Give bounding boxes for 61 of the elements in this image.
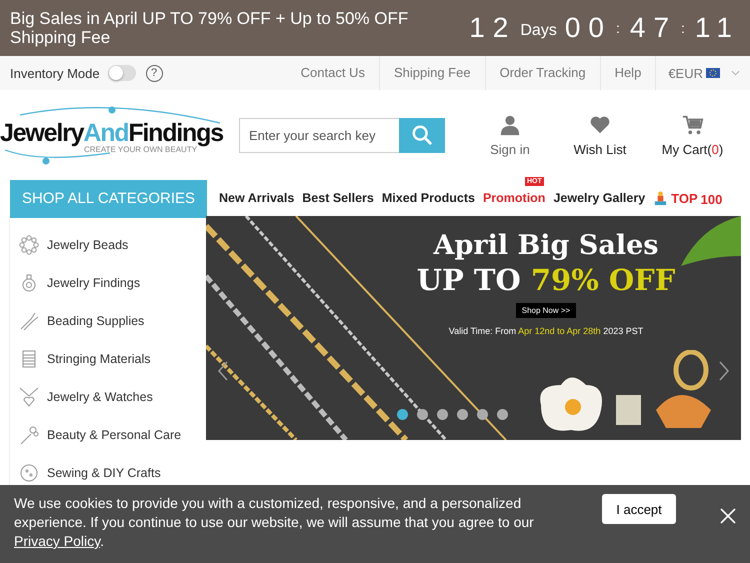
utility-link[interactable]: Help [600, 56, 656, 90]
cart-icon [682, 114, 704, 136]
logo-text: JewelryAndFindings [0, 119, 223, 147]
carousel-dot[interactable] [457, 409, 468, 420]
heart-icon [589, 114, 611, 136]
carousel-dot[interactable] [437, 409, 448, 420]
heart-necklace-icon [19, 387, 39, 407]
trophy-icon [653, 190, 668, 206]
site-logo[interactable]: JewelryAndFindings CREATE YOUR OWN BEAUTY [0, 105, 225, 165]
nav-link[interactable]: Mixed Products [382, 191, 475, 205]
shop-now-button[interactable]: Shop Now >> [516, 303, 576, 318]
top-100-link[interactable]: TOP 100 [653, 189, 722, 207]
days-label: Days [520, 22, 557, 40]
utility-link[interactable]: Order Tracking [486, 56, 601, 90]
category-link[interactable]: Stringing Materials [10, 340, 206, 378]
accept-button[interactable]: I accept [602, 494, 676, 524]
category-link[interactable]: Jewelry Findings [10, 264, 206, 302]
close-icon[interactable] [720, 508, 736, 524]
search-icon [411, 124, 433, 146]
countdown-separator: : [616, 20, 620, 36]
inventory-mode-toggle[interactable] [108, 65, 136, 81]
sewing-button-icon [19, 463, 39, 483]
cart-link[interactable]: My Cart(0) [645, 114, 740, 156]
banner-headline: UP TO 79% OFF [416, 263, 676, 297]
nav-link[interactable]: Promotion [482, 191, 546, 205]
cookie-message: We use cookies to provide you with a customized, responsive, and a personalized experience. If you continue to use our website, we will assume that you agree to our Privacy Policy. [14, 494, 535, 551]
countdown-hours: 00 [564, 12, 612, 44]
eu-flag-icon [706, 68, 720, 78]
search-field[interactable]: Enter your search key [239, 118, 399, 152]
currency-selector[interactable]: €EUR [656, 66, 740, 80]
nav-link[interactable]: Best Sellers [302, 191, 374, 205]
countdown-separator: : [681, 20, 685, 36]
carousel-dot[interactable] [397, 409, 408, 420]
valid-time-text: Valid Time: From Apr 12nd to Apr 28th 2023 PST [448, 326, 644, 336]
carousel-dot[interactable] [477, 409, 488, 420]
carousel-dot[interactable] [417, 409, 428, 420]
sale-banner[interactable]: April Big Sales UP TO 79% OFF Shop Now >> Valid Time: From Apr 12nd to Apr 28th 2023 PST [206, 216, 741, 440]
bead-ring-icon [19, 235, 39, 255]
logo-tagline: CREATE YOUR OWN BEAUTY [84, 145, 198, 154]
nav-link[interactable]: Jewelry Gallery [553, 191, 646, 205]
privacy-policy-link[interactable]: Privacy Policy [14, 533, 100, 549]
category-link[interactable]: Jewelry & Watches [10, 378, 206, 416]
carousel-dot[interactable] [497, 409, 508, 420]
countdown-days: 12 [469, 12, 516, 44]
utility-link[interactable]: Shipping Fee [380, 56, 486, 90]
utility-link[interactable]: Contact Us [286, 56, 380, 90]
user-icon [499, 114, 521, 136]
caret-icon [731, 70, 740, 76]
category-link[interactable]: Jewelry Beads [10, 226, 206, 264]
category-link[interactable]: Beading Supplies [10, 302, 206, 340]
help-button[interactable]: ? [146, 64, 163, 82]
banner-title: April Big Sales [434, 230, 658, 261]
sign-in-link[interactable]: Sign in [465, 114, 555, 156]
category-link[interactable]: Beauty & Personal Care [10, 416, 206, 454]
promo-text: Big Sales in April UP TO 79% OFF + Up to 50% OFF Shipping Fee [10, 9, 410, 47]
wishlist-link[interactable]: Wish List [555, 114, 645, 156]
countdown-minutes: 47 [630, 12, 678, 44]
inventory-mode-label: Inventory Mode [10, 66, 100, 80]
nav-link[interactable]: New Arrivals [219, 191, 294, 205]
category-link[interactable]: Sewing & DIY Crafts [10, 454, 206, 492]
countdown-seconds: 11 [694, 12, 740, 44]
